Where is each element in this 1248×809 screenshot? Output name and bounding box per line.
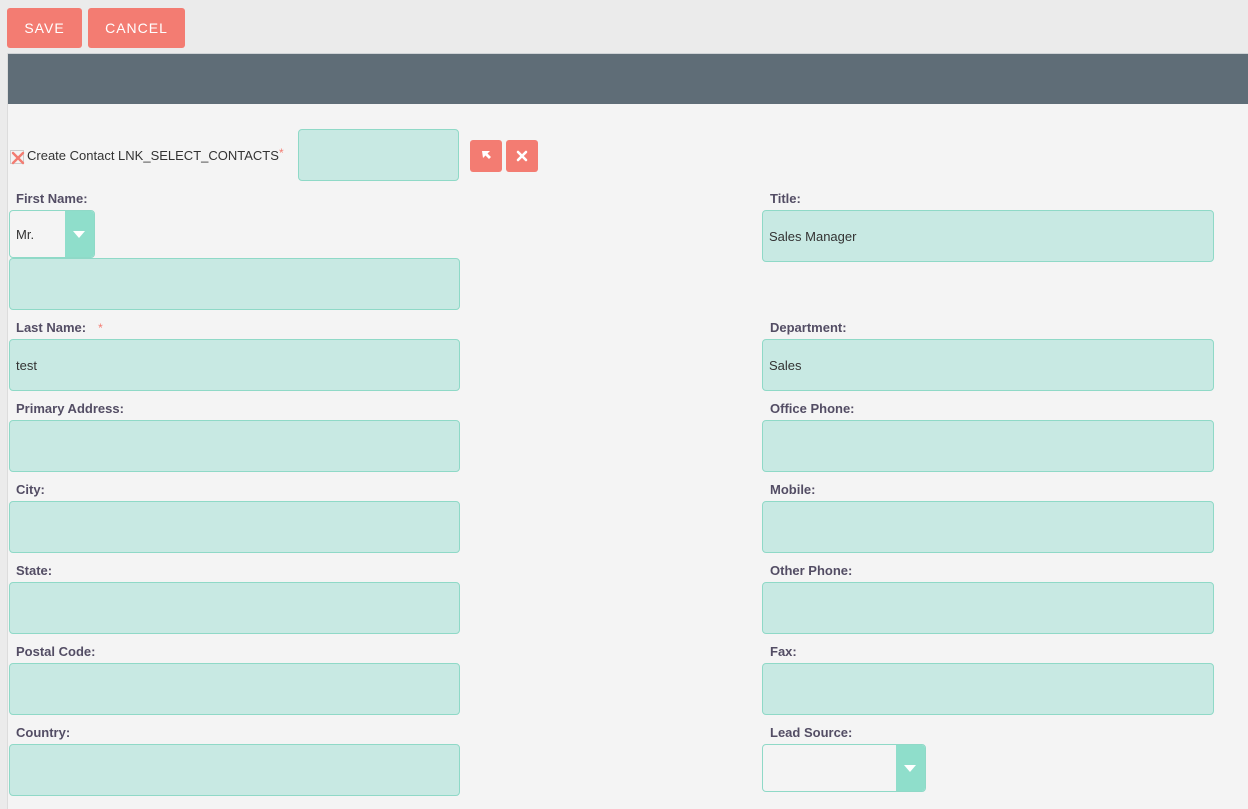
create-contact-checkbox[interactable] bbox=[10, 150, 25, 165]
save-button[interactable]: SAVE bbox=[7, 8, 82, 48]
other-phone-input[interactable] bbox=[762, 582, 1214, 634]
select-contact-button[interactable] bbox=[470, 140, 502, 172]
other-phone-label: Other Phone: bbox=[770, 563, 853, 578]
salutation-select[interactable]: Mr. bbox=[9, 210, 95, 258]
clear-contact-button[interactable] bbox=[506, 140, 538, 172]
close-icon bbox=[516, 150, 528, 162]
create-contact-label: Create Contact LNK_SELECT_CONTACTS bbox=[27, 148, 279, 163]
first-name-input[interactable] bbox=[9, 258, 460, 310]
office-phone-label: Office Phone: bbox=[770, 401, 855, 416]
arrow-select-icon bbox=[482, 151, 491, 159]
panel-header bbox=[8, 53, 1248, 104]
chevron-down-icon bbox=[65, 211, 94, 257]
department-label: Department: bbox=[770, 320, 847, 335]
fax-label: Fax: bbox=[770, 644, 797, 659]
city-input[interactable] bbox=[9, 501, 460, 553]
lead-source-select[interactable] bbox=[762, 744, 926, 792]
last-name-label-text: Last Name: bbox=[16, 320, 87, 335]
primary-address-label: Primary Address: bbox=[16, 401, 124, 416]
state-input[interactable] bbox=[9, 582, 460, 634]
country-label: Country: bbox=[16, 725, 71, 740]
checked-x-icon bbox=[11, 151, 25, 165]
state-label: State: bbox=[16, 563, 53, 578]
country-input[interactable] bbox=[9, 744, 460, 796]
mobile-input[interactable] bbox=[762, 501, 1214, 553]
lead-source-label: Lead Source: bbox=[770, 725, 853, 740]
fax-input[interactable] bbox=[762, 663, 1214, 715]
department-input[interactable] bbox=[762, 339, 1214, 391]
edit-panel: Create Contact LNK_SELECT_CONTACTS * Fir… bbox=[7, 53, 1248, 809]
required-marker: * bbox=[279, 146, 284, 160]
last-name-label: Last Name: * bbox=[16, 320, 103, 335]
postal-code-label: Postal Code: bbox=[16, 644, 96, 659]
mobile-label: Mobile: bbox=[770, 482, 816, 497]
required-marker: * bbox=[98, 321, 103, 335]
city-label: City: bbox=[16, 482, 45, 497]
salutation-value: Mr. bbox=[16, 227, 35, 242]
cancel-button[interactable]: CANCEL bbox=[88, 8, 185, 48]
chevron-down-icon bbox=[896, 745, 925, 791]
last-name-input[interactable] bbox=[9, 339, 460, 391]
contact-select-input[interactable] bbox=[298, 129, 459, 181]
toolbar: SAVE CANCEL bbox=[0, 0, 1248, 53]
office-phone-input[interactable] bbox=[762, 420, 1214, 472]
title-input[interactable] bbox=[762, 210, 1214, 262]
title-label: Title: bbox=[770, 191, 801, 206]
first-name-label: First Name: bbox=[16, 191, 88, 206]
postal-code-input[interactable] bbox=[9, 663, 460, 715]
primary-address-input[interactable] bbox=[9, 420, 460, 472]
